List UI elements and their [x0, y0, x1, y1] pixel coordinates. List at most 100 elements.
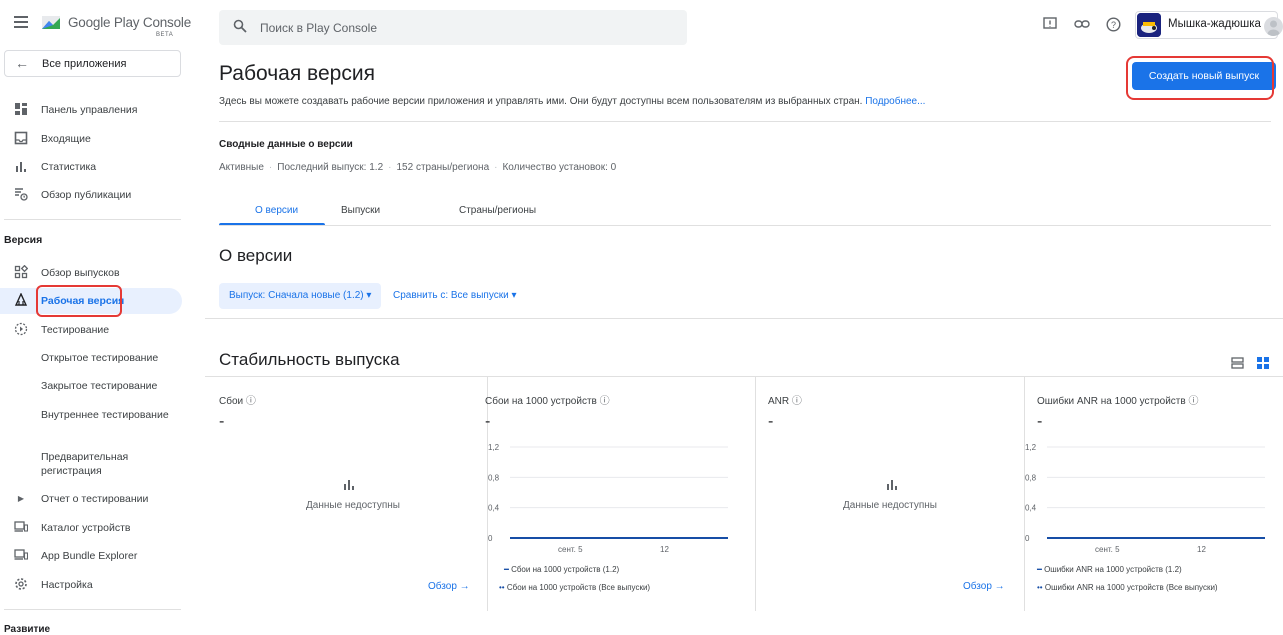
- tabs-divider: [219, 225, 1271, 226]
- anr-per-1000-card: Ошибки ANR на 1000 устройств ⓘ - 1,2 0,8 0…: [1025, 377, 1283, 611]
- sidebar-item-label: Внутреннее тестирование: [41, 409, 169, 421]
- sidebar-item-release-overview[interactable]: Обзор выпусков: [0, 260, 182, 286]
- gear-icon: [13, 577, 29, 593]
- page-title: Рабочая версия: [219, 62, 375, 85]
- bar-chart-icon: [887, 480, 897, 490]
- crashes-card: Сбои ⓘ - Данные недоступны Обзор →: [219, 377, 488, 611]
- sidebar-item-label: Обзор выпусков: [41, 267, 120, 279]
- user-avatar[interactable]: [1264, 17, 1283, 36]
- sidebar-item-internal-testing[interactable]: Внутреннее тестирование: [0, 405, 182, 439]
- svg-text:?: ?: [1110, 20, 1115, 30]
- sidebar-item-label: Обзор публикации: [41, 189, 132, 201]
- link-icon[interactable]: [1073, 17, 1091, 35]
- sidebar-divider: [4, 219, 181, 220]
- search-placeholder: Поиск в Play Console: [260, 21, 377, 35]
- card-value: -: [219, 413, 225, 430]
- sidebar-item-label: Статистика: [41, 161, 97, 173]
- sidebar-item-setup[interactable]: Настройка: [0, 572, 182, 598]
- sidebar-item-label: Открытое тестирование: [41, 352, 159, 364]
- search-icon: [233, 19, 247, 33]
- dropdown-arrow-icon: ▾: [511, 290, 517, 301]
- tab-countries[interactable]: Страны/регионы: [459, 205, 536, 216]
- help-icon[interactable]: ⓘ: [792, 396, 802, 407]
- create-release-button[interactable]: Создать новый выпуск: [1132, 62, 1276, 90]
- developer-account-button[interactable]: Мышка-жадюшка: [1135, 11, 1278, 39]
- x-tick-label: сент. 5: [558, 545, 583, 554]
- sidebar-item-open-testing[interactable]: Открытое тестирование: [0, 345, 182, 371]
- card-title: Ошибки ANR на 1000 устройств ⓘ: [1037, 396, 1199, 407]
- sidebar-item-label: Предварительная регистрация: [41, 451, 129, 477]
- help-icon[interactable]: ⓘ: [246, 396, 256, 407]
- all-apps-label: Все приложения: [42, 58, 127, 70]
- bar-chart-icon: [13, 159, 29, 175]
- learn-more-link[interactable]: Подробнее...: [865, 96, 925, 107]
- feedback-icon[interactable]: [1041, 17, 1059, 35]
- divider: [219, 121, 1271, 122]
- sidebar-item-publishing-overview[interactable]: Обзор публикации: [0, 182, 182, 208]
- help-icon[interactable]: ⓘ: [600, 396, 610, 407]
- legend-item: •• Сбои на 1000 устройств (Все выпуски): [499, 583, 651, 592]
- dashboard-icon: [13, 102, 29, 118]
- help-icon[interactable]: ⓘ: [1188, 396, 1198, 407]
- testing-icon: [13, 322, 29, 338]
- summary-countries: 152 страны/региона: [396, 162, 490, 173]
- summary-line: Активные · Последний выпуск: 1.2 · 152 стран…: [219, 162, 617, 173]
- list-view-icon[interactable]: [1231, 357, 1245, 371]
- arrow-forward-icon: →: [994, 581, 1005, 592]
- overview-link[interactable]: Обзор →: [963, 581, 1005, 592]
- inbox-icon: [13, 131, 29, 147]
- menu-icon[interactable]: [14, 16, 28, 28]
- compare-filter-chip[interactable]: Сравнить с: Все выпуски ▾: [393, 283, 516, 309]
- crashes-chart: 1,2 0,8 0,4 0 сент. 5 12: [488, 443, 728, 554]
- devices-icon: [13, 548, 29, 564]
- production-icon: [13, 292, 29, 309]
- card-title: ANR ⓘ: [768, 396, 802, 407]
- overview-link[interactable]: Обзор →: [428, 581, 470, 592]
- play-console-logo: [42, 16, 60, 29]
- grid-view-icon[interactable]: [1257, 357, 1271, 371]
- sidebar: Google Play Console BETA ← Все приложени…: [0, 0, 196, 635]
- card-title: Сбои на 1000 устройств ⓘ: [485, 396, 610, 407]
- anr-chart: 1,2 0,8 0,4 0 сент. 5 12: [1025, 443, 1265, 554]
- card-value: -: [485, 413, 491, 430]
- developer-name: Мышка-жадюшка: [1168, 18, 1261, 30]
- help-icon[interactable]: ?: [1104, 17, 1122, 35]
- sidebar-item-label: Отчет о тестировании: [41, 493, 149, 505]
- legend-item: ━ Сбои на 1000 устройств (1.2): [504, 565, 620, 574]
- y-tick-label: 0,8: [488, 473, 500, 482]
- arrow-back-icon: ←: [15, 55, 29, 71]
- bar-chart-icon: [344, 480, 354, 490]
- x-tick-label: 12: [660, 545, 669, 554]
- page-description: Здесь вы можете создавать рабочие версии…: [219, 96, 925, 107]
- anr-card: ANR ⓘ - Данные недоступны Обзор →: [756, 377, 1025, 611]
- search-input[interactable]: Поиск в Play Console: [219, 10, 687, 45]
- x-tick-label: сент. 5: [1095, 545, 1120, 554]
- tab-about[interactable]: О версии: [255, 205, 298, 216]
- card-value: -: [1037, 413, 1043, 430]
- sidebar-item-closed-testing[interactable]: Закрытое тестирование: [0, 373, 182, 399]
- about-title: О версии: [219, 246, 293, 265]
- expand-arrow-icon: ▶: [17, 494, 25, 503]
- summary-installs: Количество установок: 0: [502, 162, 617, 173]
- sidebar-item-device-catalog[interactable]: Каталог устройств: [0, 515, 182, 541]
- sidebar-item-app-bundle-explorer[interactable]: App Bundle Explorer: [0, 543, 182, 569]
- sidebar-item-test-report[interactable]: ▶ Отчет о тестировании: [0, 486, 182, 512]
- sidebar-item-statistics[interactable]: Статистика: [0, 154, 182, 180]
- summary-status: Активные: [219, 162, 264, 173]
- sidebar-item-testing[interactable]: Тестирование: [0, 317, 182, 343]
- dropdown-arrow-icon: ▾: [366, 290, 372, 301]
- sidebar-divider: [4, 609, 181, 610]
- sidebar-item-inbox[interactable]: Входящие: [0, 126, 182, 152]
- sidebar-item-production[interactable]: Рабочая версия: [0, 288, 182, 314]
- release-filter-chip[interactable]: Выпуск: Сначала новые (1.2) ▾: [219, 283, 382, 309]
- sidebar-item-dashboard[interactable]: Панель управления: [0, 97, 182, 123]
- all-apps-button[interactable]: ← Все приложения: [4, 50, 181, 77]
- publishing-icon: [13, 187, 29, 203]
- tab-releases[interactable]: Выпуски: [341, 205, 380, 216]
- arrow-forward-icon: →: [459, 581, 470, 592]
- card-value: -: [768, 413, 774, 430]
- y-tick-label: 0: [1025, 534, 1030, 543]
- sidebar-item-pre-registration[interactable]: Предварительная регистрация: [0, 447, 182, 481]
- y-tick-label: 0,4: [1025, 504, 1037, 513]
- description-text: Здесь вы можете создавать рабочие версии…: [219, 96, 863, 107]
